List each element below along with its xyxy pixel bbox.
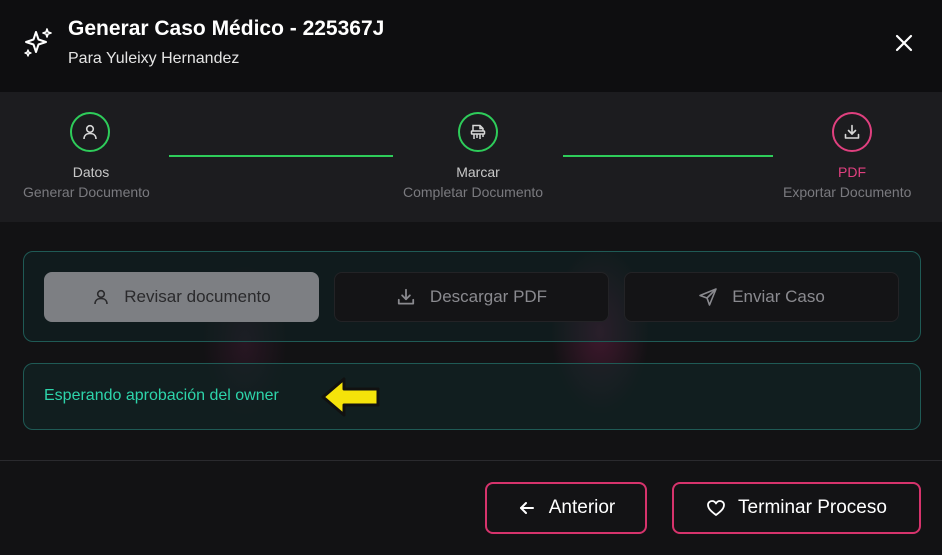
download-icon [832, 112, 872, 152]
finish-process-button[interactable]: Terminar Proceso [672, 482, 921, 534]
step-sublabel: Generar Documento [23, 184, 150, 200]
user-icon [70, 112, 110, 152]
modal-footer: Anterior Terminar Proceso [0, 460, 942, 555]
download-icon [397, 288, 415, 305]
previous-button[interactable]: Anterior [485, 482, 647, 534]
actions-panel: Revisar documento Descargar PDF Enviar C… [23, 251, 921, 342]
heart-icon [707, 500, 725, 516]
generate-case-modal: Generar Caso Médico - 225367J Para Yulei… [0, 0, 942, 555]
sparkles-icon [24, 28, 52, 57]
step-label: PDF [838, 164, 866, 180]
step-connector [169, 155, 393, 157]
modal-content: Revisar documento Descargar PDF Enviar C… [0, 222, 942, 460]
review-document-button[interactable]: Revisar documento [44, 272, 319, 322]
review-document-label: Revisar documento [124, 287, 271, 306]
previous-label: Anterior [548, 497, 616, 518]
status-panel: Esperando aprobación del owner [23, 363, 921, 430]
shredder-icon [458, 112, 498, 152]
modal-title: Generar Caso Médico - 225367J [68, 17, 385, 40]
send-icon [699, 288, 717, 306]
step-sublabel: Exportar Documento [783, 184, 912, 200]
arrow-left-icon [321, 377, 380, 417]
user-icon [94, 289, 109, 305]
step-label: Datos [72, 164, 110, 180]
send-case-label: Enviar Caso [732, 287, 825, 306]
download-pdf-label: Descargar PDF [429, 287, 548, 306]
send-case-button[interactable]: Enviar Caso [624, 272, 899, 322]
step-connector [563, 155, 773, 157]
progress-stepper: Datos Generar Documento Marcar Completar… [0, 92, 942, 222]
step-sublabel: Completar Documento [403, 184, 544, 200]
download-pdf-button[interactable]: Descargar PDF [334, 272, 609, 322]
status-message: Esperando aprobación del owner [44, 387, 279, 404]
close-icon[interactable] [890, 29, 918, 57]
step-label: Marcar [456, 164, 500, 180]
modal-header: Generar Caso Médico - 225367J Para Yulei… [0, 0, 942, 92]
modal-subtitle: Para Yuleixy Hernandez [68, 50, 240, 67]
arrow-left-icon [519, 502, 534, 514]
finish-process-label: Terminar Proceso [738, 497, 887, 518]
